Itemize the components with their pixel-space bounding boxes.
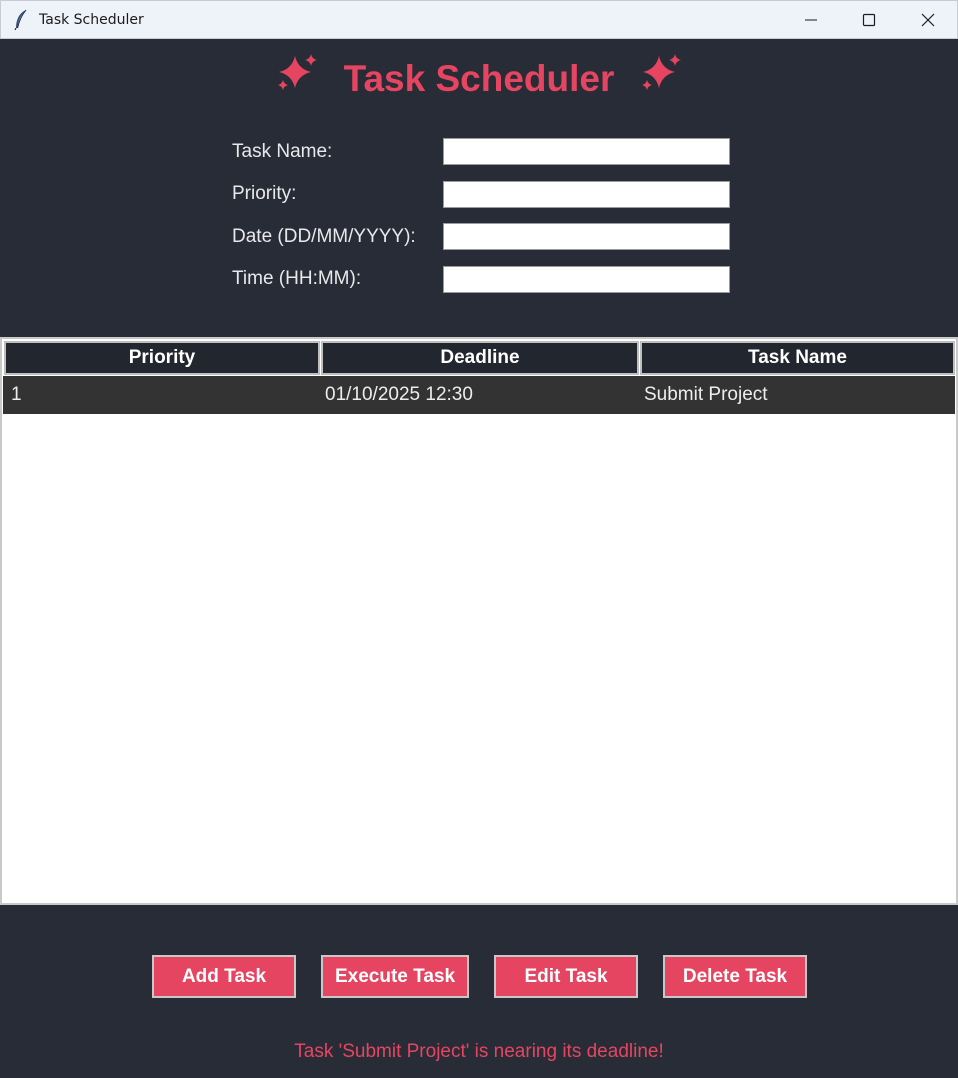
status-message: Task 'Submit Project' is nearing its dea…	[294, 1041, 664, 1062]
task-name-input[interactable]	[443, 138, 730, 165]
time-label: Time (HH:MM):	[232, 268, 362, 289]
execute-task-button[interactable]: Execute Task	[321, 955, 469, 998]
maximize-icon	[862, 13, 876, 27]
close-button[interactable]	[900, 1, 958, 39]
date-label: Date (DD/MM/YYYY):	[232, 226, 416, 247]
cell-task-name: Submit Project	[644, 384, 768, 405]
sparkles-icon	[639, 52, 683, 104]
column-header-priority[interactable]: Priority	[4, 341, 320, 375]
task-name-label: Task Name:	[232, 141, 333, 162]
feather-icon	[13, 9, 29, 31]
cell-deadline: 01/10/2025 12:30	[325, 384, 473, 405]
delete-task-button[interactable]: Delete Task	[663, 955, 807, 998]
time-input[interactable]	[443, 266, 730, 293]
add-task-button[interactable]: Add Task	[152, 955, 296, 998]
edit-task-button[interactable]: Edit Task	[494, 955, 638, 998]
column-header-deadline[interactable]: Deadline	[321, 341, 639, 375]
window-title: Task Scheduler	[39, 12, 144, 28]
date-input[interactable]	[443, 223, 730, 250]
column-header-task-name[interactable]: Task Name	[640, 341, 955, 375]
cell-priority: 1	[11, 384, 22, 405]
window-titlebar: Task Scheduler	[0, 0, 958, 39]
priority-input[interactable]	[443, 181, 730, 208]
maximize-button[interactable]	[841, 1, 899, 39]
minimize-icon	[805, 19, 817, 21]
close-icon	[921, 13, 935, 27]
minimize-button[interactable]	[783, 1, 841, 39]
task-table[interactable]: Priority Deadline Task Name 1 01/10/2025…	[0, 337, 958, 905]
sparkles-icon	[275, 52, 319, 104]
priority-label: Priority:	[232, 183, 297, 204]
page-title-text: Task Scheduler	[343, 58, 615, 99]
page-title: Task Scheduler	[0, 52, 958, 104]
table-row[interactable]: 1 01/10/2025 12:30 Submit Project	[3, 376, 955, 414]
